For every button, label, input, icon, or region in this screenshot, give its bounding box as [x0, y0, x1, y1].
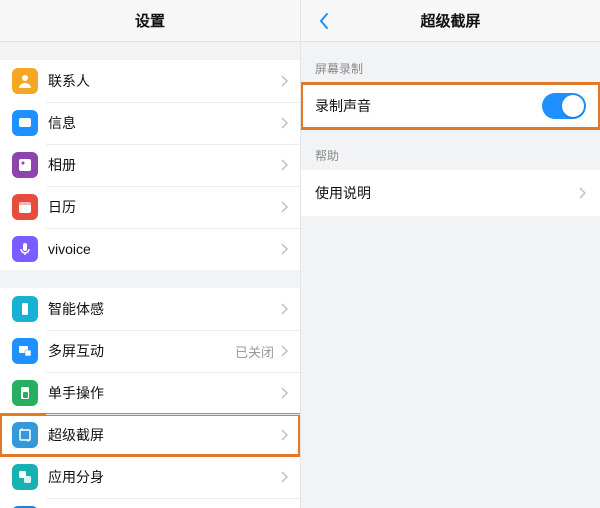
settings-item-appclone[interactable]: 应用分身: [0, 456, 300, 498]
section-header: 帮助: [301, 129, 600, 170]
navbar: 设置: [0, 0, 300, 42]
section-group: 使用说明: [301, 170, 600, 216]
multiscreen-icon: [12, 338, 38, 364]
chevron-right-icon: [280, 243, 288, 255]
cell-label: 多屏互动: [48, 341, 235, 361]
settings-group: 智能体感 多屏互动 已关闭 单手操作: [0, 288, 300, 508]
section-group: 录制声音: [301, 83, 600, 129]
messages-icon: [12, 110, 38, 136]
cell-label: 联系人: [48, 71, 280, 91]
section-header: 屏幕录制: [301, 42, 600, 83]
cell-label: 信息: [48, 113, 280, 133]
motion-icon: [12, 296, 38, 322]
cell-label: 超级截屏: [48, 425, 280, 445]
settings-item-motion[interactable]: 智能体感: [0, 288, 300, 330]
cell-label: 使用说明: [315, 183, 578, 203]
chevron-right-icon: [280, 345, 288, 357]
cell-label: 应用分身: [48, 467, 280, 487]
settings-group: 联系人 信息 相册 日历: [0, 60, 300, 270]
calendar-icon: [12, 194, 38, 220]
chevron-right-icon: [280, 429, 288, 441]
switch-knob: [562, 95, 584, 117]
cell-label: 录制声音: [315, 96, 542, 116]
settings-item-messages[interactable]: 信息: [0, 102, 300, 144]
settings-list: 联系人 信息 相册 日历: [0, 42, 300, 508]
chevron-right-icon: [280, 471, 288, 483]
super-screenshot-screen: 超级截屏 屏幕录制 录制声音 帮助 使用说明: [300, 0, 600, 508]
page-title: 设置: [135, 10, 165, 31]
chevron-right-icon: [280, 75, 288, 87]
chevron-right-icon: [280, 201, 288, 213]
detail-list: 屏幕录制 录制声音 帮助 使用说明: [301, 42, 600, 508]
cell-value: 已关闭: [235, 342, 274, 361]
settings-item-gallery[interactable]: 相册: [0, 144, 300, 186]
settings-item-super-screenshot[interactable]: 超级截屏: [0, 414, 300, 456]
settings-item-contacts[interactable]: 联系人: [0, 60, 300, 102]
settings-item-calendar[interactable]: 日历: [0, 186, 300, 228]
cell-label: vivoice: [48, 241, 280, 257]
settings-item-vivoice[interactable]: vivoice: [0, 228, 300, 270]
onehand-icon: [12, 380, 38, 406]
chevron-right-icon: [280, 117, 288, 129]
usage-instructions-row[interactable]: 使用说明: [301, 170, 600, 216]
cell-label: 相册: [48, 155, 280, 175]
chevron-right-icon: [280, 387, 288, 399]
settings-item-onehand[interactable]: 单手操作: [0, 372, 300, 414]
settings-item-multiscreen[interactable]: 多屏互动 已关闭: [0, 330, 300, 372]
gallery-icon: [12, 152, 38, 178]
chevron-right-icon: [280, 303, 288, 315]
chevron-right-icon: [578, 187, 586, 199]
chevron-right-icon: [280, 159, 288, 171]
contacts-icon: [12, 68, 38, 94]
cell-label: 日历: [48, 197, 280, 217]
appclone-icon: [12, 464, 38, 490]
voice-icon: [12, 236, 38, 262]
page-title: 超级截屏: [420, 10, 480, 31]
record-sound-switch[interactable]: [542, 93, 586, 119]
navbar: 超级截屏: [301, 0, 600, 42]
cell-label: 智能体感: [48, 299, 280, 319]
cell-label: 单手操作: [48, 383, 280, 403]
settings-item-quicklaunch[interactable]: 快捷启动: [0, 498, 300, 508]
record-sound-toggle-row[interactable]: 录制声音: [301, 83, 600, 129]
screenshot-icon: [12, 422, 38, 448]
back-button[interactable]: [309, 0, 339, 41]
settings-screen: 设置 联系人 信息 相册: [0, 0, 300, 508]
